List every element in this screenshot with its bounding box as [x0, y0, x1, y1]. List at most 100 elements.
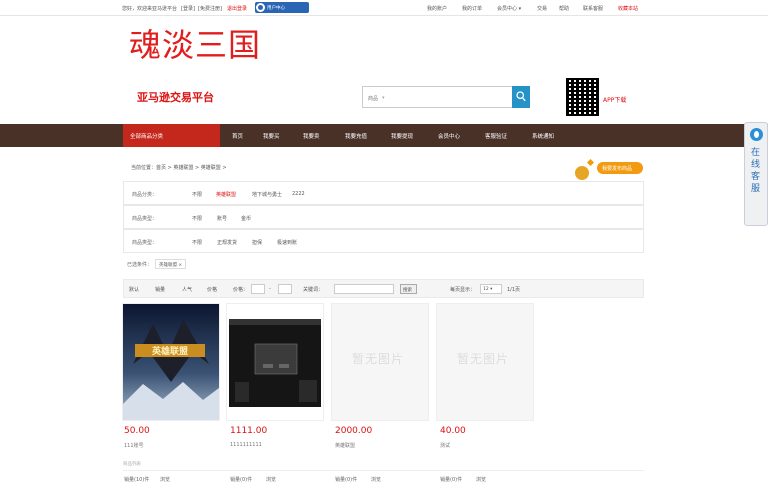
filter-option[interactable]: 金币: [241, 215, 251, 222]
all-categories-button[interactable]: 全部商品分类: [123, 124, 220, 147]
price-dash: -: [269, 286, 271, 292]
filter-label: 商品分类：: [132, 192, 158, 198]
top-link-orders[interactable]: 我的订单: [462, 5, 482, 12]
product-views: 浏览: [371, 477, 382, 483]
filter-label: 商品类型：: [132, 216, 158, 222]
product-price: 40.00: [440, 426, 466, 436]
top-link-service[interactable]: 联系客服: [583, 5, 603, 12]
keyword-label: 关键词：: [303, 287, 324, 293]
filter-search-label: 搜索: [403, 288, 412, 293]
sort-sales[interactable]: 销量: [155, 286, 165, 293]
all-categories-label: 全部商品分类: [130, 134, 164, 140]
user-icon: [256, 3, 265, 12]
product-image-screenshot: [227, 304, 323, 420]
product-card[interactable]: [226, 303, 324, 421]
filter-option[interactable]: 不限: [192, 215, 202, 222]
product-views: 浏览: [476, 477, 487, 483]
chat-icon: [750, 128, 763, 141]
search-category[interactable]: 商品: [368, 95, 378, 102]
section-note: 商品列表: [123, 462, 141, 467]
product-title[interactable]: 1111111111: [230, 442, 262, 448]
product-image-lol: 英雄联盟: [123, 304, 219, 420]
product-title[interactable]: 测试: [440, 442, 450, 449]
chosen-label: 已选条件：: [127, 262, 153, 268]
top-link-help[interactable]: 帮助: [559, 5, 569, 12]
filter-option[interactable]: 正规发货: [217, 239, 237, 246]
sort-popularity[interactable]: 人气: [182, 286, 192, 293]
sort-default[interactable]: 默认: [129, 286, 139, 293]
product-card[interactable]: 暂无图片: [331, 303, 429, 421]
chevron-down-icon: ▾: [382, 95, 385, 101]
filter-option[interactable]: 2222: [292, 191, 305, 197]
nav-item-sell[interactable]: 我要卖: [303, 132, 320, 140]
greeting-text: 您好，欢迎来亚马逊平台: [122, 6, 178, 12]
logout-link[interactable]: 退出登录: [227, 5, 247, 12]
nav-item-withdraw[interactable]: 我要提现: [391, 132, 413, 140]
no-image-text: 暂无图片: [352, 352, 405, 366]
filter-row-type: 商品类型： 不限 账号 金币: [123, 205, 644, 229]
sort-bar: 默认 销量 人气 价格 价格： - 关键词： 搜索 每页显示： 12 ▾ 1/1…: [123, 279, 644, 298]
product-card[interactable]: 英雄联盟: [122, 303, 220, 421]
filter-option-active[interactable]: 英雄联盟: [216, 191, 236, 198]
no-image-placeholder: 暂无图片: [332, 304, 428, 420]
sort-price[interactable]: 价格: [207, 286, 217, 293]
keyword-input[interactable]: [334, 284, 394, 294]
price-max-input[interactable]: [278, 284, 292, 294]
nav-item-verify[interactable]: 客服验证: [485, 132, 507, 140]
product-title[interactable]: 111账号: [124, 442, 144, 449]
site-logo[interactable]: 魂淡三国: [129, 20, 261, 66]
register-link[interactable]: [免费注册]: [198, 5, 222, 12]
user-center-button[interactable]: 用户中心: [255, 2, 309, 13]
filter-option[interactable]: 地下城与勇士: [252, 191, 282, 198]
nav-item-home[interactable]: 首页: [232, 132, 243, 140]
product-sales: 销量(0)件: [440, 477, 463, 483]
qr-code-image: [566, 78, 599, 116]
search-button[interactable]: [512, 86, 530, 108]
login-link[interactable]: [登录]: [181, 5, 195, 12]
divider: [123, 470, 644, 471]
filter-row-category: 商品分类： 不限 英雄联盟 地下城与勇士 2222: [123, 181, 644, 205]
top-link-account[interactable]: 我的账户: [427, 5, 447, 12]
filter-option[interactable]: 账号: [217, 215, 227, 222]
product-views: 浏览: [160, 477, 171, 483]
publish-button[interactable]: 我要发布商品: [575, 158, 645, 182]
per-page-label: 每页显示：: [450, 287, 476, 293]
top-link-favorite[interactable]: 收藏本站: [618, 5, 638, 12]
online-service-float[interactable]: 在线客服: [744, 122, 768, 226]
price-min-input[interactable]: [251, 284, 265, 294]
product-price: 1111.00: [230, 426, 268, 436]
nav-item-buy[interactable]: 我要买: [263, 132, 280, 140]
main-nav: 全部商品分类 首页 我要买 我要卖 我要充值 我要提现 会员中心 客服验证 系统…: [0, 124, 768, 147]
user-center-label: 用户中心: [267, 6, 285, 11]
filter-option[interactable]: 不限: [192, 239, 202, 246]
product-sales: 销量(0)件: [335, 477, 358, 483]
nav-item-notice[interactable]: 系统通知: [532, 132, 554, 140]
app-download-link[interactable]: APP下载: [603, 95, 626, 104]
top-link-member[interactable]: 会员中心 ▾: [497, 5, 521, 12]
product-price: 50.00: [124, 426, 150, 436]
site-slogan: 亚马逊交易平台: [137, 91, 214, 104]
no-image-text: 暂无图片: [457, 352, 510, 366]
no-image-placeholder: 暂无图片: [437, 304, 533, 420]
product-price: 2000.00: [335, 426, 373, 436]
search-input[interactable]: 商品 ▾: [362, 86, 530, 108]
product-views: 浏览: [266, 477, 277, 483]
per-page-select[interactable]: 12 ▾: [480, 284, 502, 294]
search-icon: [516, 91, 526, 102]
product-title[interactable]: 英雄联盟: [335, 442, 355, 449]
product-sales: 销量(0)件: [230, 477, 253, 483]
nav-item-member[interactable]: 会员中心: [438, 132, 460, 140]
filter-row-delivery: 商品类型： 不限 正规发货 担保 极速到账: [123, 229, 644, 253]
filter-option[interactable]: 不限: [192, 191, 202, 198]
product-card[interactable]: 暂无图片: [436, 303, 534, 421]
chosen-tag[interactable]: 英雄联盟 ×: [155, 259, 187, 269]
page-info: 1/1页: [507, 287, 521, 293]
filter-option[interactable]: 极速到账: [277, 239, 297, 246]
spark-icon: [586, 158, 595, 167]
filter-search-button[interactable]: 搜索: [400, 284, 417, 294]
publish-label: 我要发布商品: [602, 166, 633, 172]
nav-item-recharge[interactable]: 我要充值: [345, 132, 367, 140]
top-link-trade[interactable]: 交易: [537, 5, 547, 12]
filter-option[interactable]: 担保: [252, 239, 262, 246]
top-bar: 您好，欢迎来亚马逊平台 [登录] [免费注册] 退出登录 用户中心 我的账户 我…: [0, 0, 768, 16]
